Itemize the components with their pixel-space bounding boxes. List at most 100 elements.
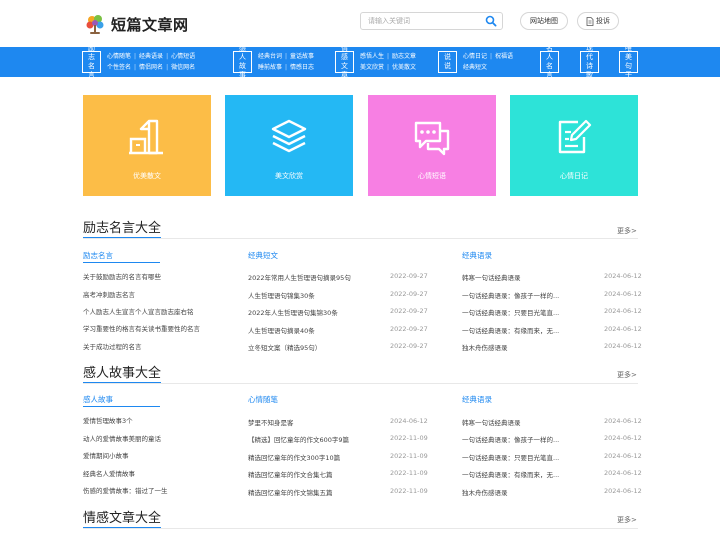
item-date: 2024-06-12 bbox=[604, 452, 642, 460]
list-item[interactable]: 人生哲理语句摘录40条 bbox=[248, 325, 386, 335]
nav-separator: | bbox=[490, 52, 493, 60]
column-underline bbox=[83, 406, 160, 407]
column-title[interactable]: 经典语录 bbox=[462, 250, 492, 261]
nav-separator: | bbox=[387, 52, 390, 60]
nav-link[interactable]: 情感日志 bbox=[290, 64, 314, 72]
nav-link[interactable]: 经典台词 bbox=[258, 53, 282, 61]
chat-icon bbox=[414, 121, 450, 156]
list-item[interactable]: 爱情期间小故事 bbox=[83, 450, 233, 460]
list-item[interactable]: 关于鼓励励志的名言有哪些 bbox=[83, 271, 233, 281]
nav-link[interactable]: 情侣网名 bbox=[139, 64, 163, 72]
list-item[interactable]: 2022年人生哲理语句集锦30条 bbox=[248, 307, 386, 317]
list-item[interactable]: 精选回忆童年的作文300字10篇 bbox=[248, 452, 386, 462]
item-date: 2024-06-12 bbox=[604, 307, 642, 315]
nav-group-famous-quotes: 名人名言 bbox=[540, 44, 559, 79]
nav-category-shuoshuo[interactable]: 说说 bbox=[438, 51, 457, 73]
list-item[interactable]: 一句话经典语录：有缘而来，无... bbox=[462, 325, 572, 335]
tree-logo-icon bbox=[84, 13, 106, 35]
list-item[interactable]: 人生哲理语句锦集30条 bbox=[248, 290, 386, 300]
layers-icon bbox=[271, 119, 307, 153]
nav-link[interactable]: 心情日记 bbox=[463, 53, 487, 61]
column-underline bbox=[83, 262, 160, 263]
list-item[interactable]: 韩寒一句话经典语录 bbox=[462, 417, 572, 427]
list-item[interactable]: 学习重要性的格言有关读书重要性的名言 bbox=[83, 323, 233, 333]
nav-link[interactable]: 微信网名 bbox=[171, 64, 195, 72]
nav-category-stories[interactable]: 感人故事 bbox=[233, 44, 252, 79]
site-map-button[interactable]: 网站地图 bbox=[520, 12, 568, 30]
list-item[interactable]: 动人的爱情故事美丽的童话 bbox=[83, 433, 233, 443]
list-item[interactable]: 关于成功过程的名言 bbox=[83, 341, 233, 351]
list-item[interactable]: 独木舟伤感语录 bbox=[462, 342, 572, 352]
column-title[interactable]: 感人故事 bbox=[83, 394, 113, 405]
list-item[interactable]: 经典名人爱情故事 bbox=[83, 468, 233, 478]
list-item[interactable]: 伤感的爱情故事：错过了一生 bbox=[83, 485, 233, 495]
list-item[interactable]: 一句话经典语录：只要目光笔直... bbox=[462, 452, 572, 462]
item-date: 2022-09-27 bbox=[390, 307, 428, 315]
nav-separator: | bbox=[285, 63, 288, 71]
nav-separator: | bbox=[166, 63, 169, 71]
column-title[interactable]: 励志名言 bbox=[83, 250, 113, 261]
nav-link[interactable]: 童话故事 bbox=[290, 53, 314, 61]
category-tile-mood-diary[interactable]: 心情日记 bbox=[510, 95, 638, 196]
nav-link[interactable]: 心情短语 bbox=[171, 53, 195, 61]
nav-link[interactable]: 祝福语 bbox=[495, 53, 513, 61]
item-date: 2022-11-09 bbox=[390, 434, 428, 442]
list-item[interactable]: 精选回忆童年的作文合集七篇 bbox=[248, 469, 386, 479]
search-icon[interactable] bbox=[485, 15, 497, 27]
nav-group-emotion: 情感文章 感悟人生 | 励志文章 美文欣赏 | 优美散文 bbox=[335, 44, 416, 79]
more-link[interactable]: 更多> bbox=[617, 370, 637, 380]
item-date: 2022-11-09 bbox=[390, 487, 428, 495]
item-date: 2024-06-12 bbox=[604, 434, 642, 442]
list-item[interactable]: 独木舟伤感语录 bbox=[462, 487, 572, 497]
column-title[interactable]: 经典短文 bbox=[248, 250, 278, 261]
nav-link[interactable]: 感悟人生 bbox=[360, 53, 384, 61]
nav-link[interactable]: 励志文章 bbox=[392, 53, 416, 61]
category-tile-mood-phrases[interactable]: 心情短语 bbox=[368, 95, 496, 196]
podium-icon bbox=[129, 119, 163, 155]
nav-separator: | bbox=[166, 52, 169, 60]
item-date: 2022-09-27 bbox=[390, 325, 428, 333]
nav-link[interactable]: 优美散文 bbox=[392, 64, 416, 72]
list-item[interactable]: 一句话经典语录：像孩子一样的... bbox=[462, 290, 572, 300]
nav-category-famous-quotes[interactable]: 名人名言 bbox=[540, 44, 559, 79]
nav-separator: | bbox=[134, 52, 137, 60]
column-title[interactable]: 经典语录 bbox=[462, 394, 492, 405]
list-item[interactable]: 一句话经典语录：像孩子一样的... bbox=[462, 434, 572, 444]
list-item[interactable]: 个人励志人生宣言个人宣言励志座右铭 bbox=[83, 306, 233, 316]
nav-category-sentences[interactable]: 唯美句子 bbox=[619, 44, 638, 79]
nav-category-inspiration[interactable]: 励志名言 bbox=[82, 44, 101, 79]
list-item[interactable]: 立冬短文案（精选95句） bbox=[248, 342, 386, 352]
list-item[interactable]: 【精选】回忆童年的作文600字9篇 bbox=[248, 434, 386, 444]
complaint-button[interactable]: 投诉 bbox=[577, 12, 619, 30]
column-title[interactable]: 心情随笔 bbox=[248, 394, 278, 405]
list-item[interactable]: 2022年常用人生哲理语句摘录95句 bbox=[248, 272, 386, 282]
nav-link[interactable]: 经典语录 bbox=[139, 53, 163, 61]
search-input[interactable] bbox=[361, 13, 479, 29]
nav-separator: | bbox=[134, 63, 137, 71]
document-icon bbox=[586, 16, 594, 26]
item-date: 2022-09-27 bbox=[390, 290, 428, 298]
section-divider bbox=[83, 528, 638, 529]
nav-link[interactable]: 心情随笔 bbox=[107, 53, 131, 61]
nav-link[interactable]: 经典短文 bbox=[463, 64, 487, 72]
site-map-label: 网站地图 bbox=[530, 17, 558, 25]
category-tile-prose[interactable]: 优美散文 bbox=[83, 95, 211, 196]
list-item[interactable]: 一句话经典语录：有缘而来，无... bbox=[462, 469, 572, 479]
list-item[interactable]: 一句话经典语录：只要目光笔直... bbox=[462, 307, 572, 317]
nav-category-poetry[interactable]: 现代诗歌 bbox=[580, 44, 599, 79]
list-item[interactable]: 精选回忆童年的作文锦集五篇 bbox=[248, 487, 386, 497]
list-item[interactable]: 梦里不知身是客 bbox=[248, 417, 386, 427]
nav-category-emotion[interactable]: 情感文章 bbox=[335, 44, 354, 79]
list-item[interactable]: 高考冲刺励志名言 bbox=[83, 289, 233, 299]
nav-link[interactable]: 个性签名 bbox=[107, 64, 131, 72]
site-logo[interactable]: 短篇文章网 bbox=[84, 12, 189, 36]
more-link[interactable]: 更多> bbox=[617, 515, 637, 525]
nav-link[interactable]: 睡前故事 bbox=[258, 64, 282, 72]
more-link[interactable]: 更多> bbox=[617, 226, 637, 236]
category-tile-appreciation[interactable]: 美文欣赏 bbox=[225, 95, 353, 196]
list-item[interactable]: 韩寒一句话经典语录 bbox=[462, 272, 572, 282]
nav-group-inspiration: 励志名言 心情随笔 | 经典语录 | 心情短语 个性签名 | 情侣网名 | 微信网名 bbox=[82, 44, 195, 79]
nav-link[interactable]: 美文欣赏 bbox=[360, 64, 384, 72]
list-item[interactable]: 爱情哲理故事3个 bbox=[83, 415, 233, 425]
item-date: 2024-06-12 bbox=[604, 342, 642, 350]
